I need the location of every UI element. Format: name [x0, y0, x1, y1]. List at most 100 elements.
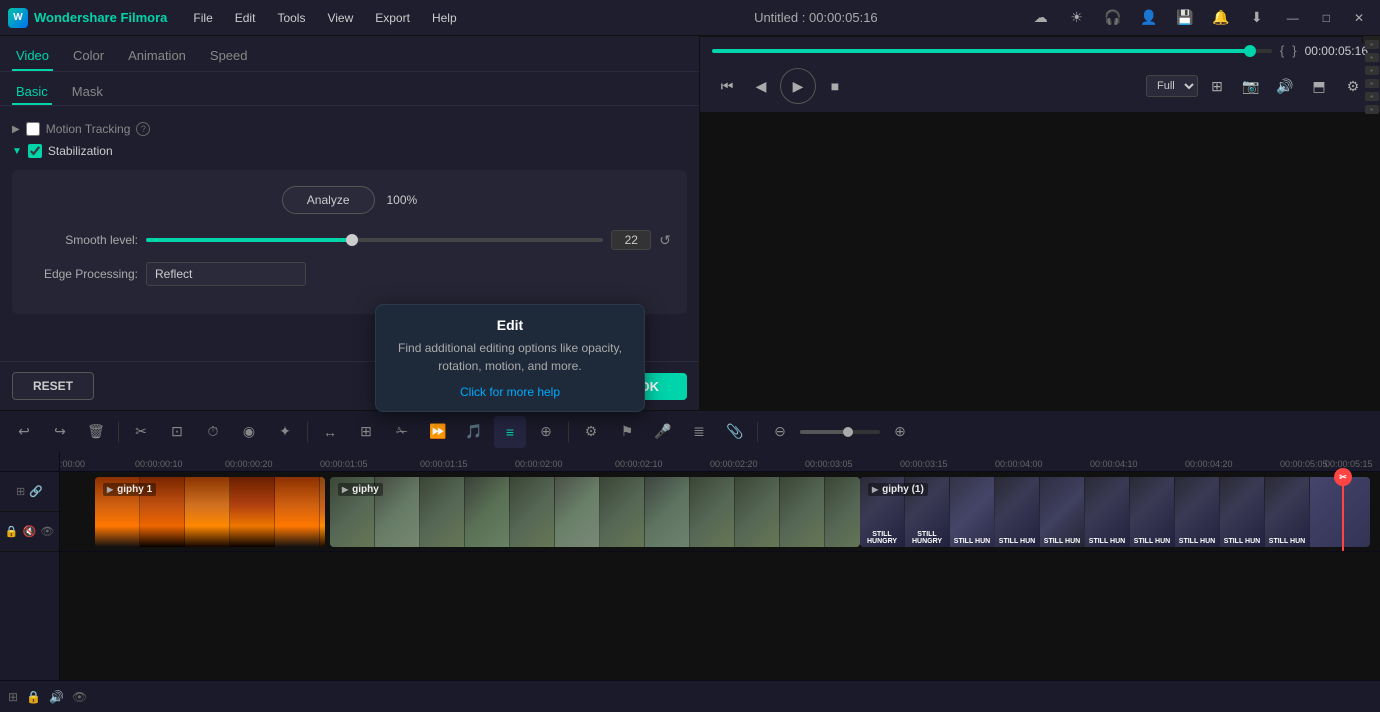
motion-tracking-row: ▶ Motion Tracking ? [12, 118, 687, 140]
clip-play-icon-2: ▶ [342, 485, 348, 494]
rail-btn-2[interactable]: ▪ [1365, 53, 1379, 62]
analyze-pct: 100% [387, 193, 418, 207]
audio-icon[interactable]: 🔊 [1270, 71, 1300, 101]
notification-icon[interactable]: 🔔 [1207, 4, 1235, 32]
bracket-out-icon[interactable]: } [1292, 43, 1296, 58]
lock-icon[interactable]: 🔒 [26, 690, 41, 704]
right-panel: STILL HUNGRY @ubereats ▪ ▪ ▪ ▪ ▪ ▪ [700, 36, 1380, 410]
undo-button[interactable]: ↩ [8, 416, 40, 448]
ruler-210: 00:00:02:10 [615, 459, 663, 469]
track-mute-icon[interactable]: 🔇 [23, 525, 37, 538]
motion-tracking-arrow[interactable]: ▶ [12, 124, 20, 135]
transform-button[interactable]: ↔ [314, 416, 346, 448]
rail-btn-5[interactable]: ▪ [1365, 92, 1379, 101]
motion-tracking-checkbox[interactable] [26, 122, 40, 136]
stop-button[interactable]: ■ [820, 71, 850, 101]
tab-color[interactable]: Color [69, 42, 108, 71]
volume-icon[interactable]: 🔊 [49, 690, 64, 704]
track-add-icon[interactable]: ⊞ [16, 485, 25, 498]
screenshot-icon[interactable]: 📷 [1236, 71, 1266, 101]
step-back-button[interactable]: ⏮ [712, 71, 742, 101]
track-visible-icon[interactable]: 👁 [40, 525, 54, 538]
color-button[interactable]: ◉ [233, 416, 265, 448]
smooth-level-slider[interactable] [146, 238, 603, 242]
play-button[interactable]: ▶ [780, 68, 816, 104]
speed-button[interactable]: ⏩ [422, 416, 454, 448]
effects-button[interactable]: ✦ [269, 416, 301, 448]
user-icon[interactable]: 👤 [1135, 4, 1163, 32]
edit-button[interactable]: ≡ Edit Find additional editing options l… [494, 416, 526, 448]
clip-button[interactable]: 📎 [719, 416, 751, 448]
clip-giphy-label: ▶ giphy [338, 483, 383, 496]
analyze-button[interactable]: Analyze [282, 186, 375, 214]
maximize-button[interactable]: □ [1315, 7, 1338, 29]
rail-btn-3[interactable]: ▪ [1365, 66, 1379, 75]
stabilization-header[interactable]: ▼ Stabilization [12, 140, 687, 162]
clip-giphy1[interactable]: ▶ giphy 1 [95, 477, 325, 547]
zoom-slider-toolbar[interactable] [800, 430, 880, 434]
cut-button[interactable]: ✂ [125, 416, 157, 448]
eye-icon[interactable]: 👁 [72, 690, 87, 704]
subtab-basic[interactable]: Basic [12, 80, 52, 105]
stabilization-checkbox[interactable] [28, 144, 42, 158]
delete-button[interactable]: 🗑 [80, 416, 112, 448]
tab-speed[interactable]: Speed [206, 42, 252, 71]
crop-button[interactable]: ⊡ [161, 416, 193, 448]
slow-play-button[interactable]: ◀ [746, 71, 776, 101]
mic-button[interactable]: 🎤 [647, 416, 679, 448]
rail-btn-1[interactable]: ▪ [1365, 40, 1379, 49]
clip-giphy[interactable]: ▶ giphy [330, 477, 860, 547]
tooltip-help-link[interactable]: Click for more help [460, 385, 560, 399]
thumb-dog-9: STILL HUN [1220, 477, 1265, 547]
audio-track [60, 552, 1380, 592]
tab-animation[interactable]: Animation [124, 42, 190, 71]
progress-bar[interactable] [712, 49, 1272, 53]
settings-icon[interactable]: ⚙ [1338, 71, 1368, 101]
tab-video[interactable]: Video [12, 42, 53, 71]
zoom-fill-toolbar [800, 430, 848, 434]
export-frame-icon[interactable]: ⬒ [1304, 71, 1334, 101]
reset-button[interactable]: RESET [12, 372, 94, 400]
add-track-icon[interactable]: ⊞ [8, 690, 18, 704]
menu-file[interactable]: File [183, 7, 222, 29]
track-lock-icon[interactable]: 🔒 [5, 525, 19, 538]
more-button[interactable]: ⊕ [530, 416, 562, 448]
minimize-button[interactable]: — [1279, 7, 1307, 29]
copy-button[interactable]: ⊞ [350, 416, 382, 448]
motion-tracking-help-icon[interactable]: ? [136, 122, 150, 136]
subtab-mask[interactable]: Mask [68, 80, 107, 105]
rail-btn-6[interactable]: ▪ [1365, 105, 1379, 114]
crop2-button[interactable]: ✁ [386, 416, 418, 448]
clip-giphy2[interactable]: STILL HUNGRY STILL HUNGRY STILL HUN STIL… [860, 477, 1370, 547]
quality-select[interactable]: Full 1/2 1/4 [1146, 75, 1198, 97]
zoom-out-button[interactable]: ⊖ [764, 416, 796, 448]
smooth-level-value[interactable] [611, 230, 651, 250]
menu-view[interactable]: View [317, 7, 363, 29]
audio-button[interactable]: 🎵 [458, 416, 490, 448]
save-icon[interactable]: 💾 [1171, 4, 1199, 32]
flag-button[interactable]: ⚑ [611, 416, 643, 448]
download-icon[interactable]: ⬇ [1243, 4, 1271, 32]
redo-button[interactable]: ↪ [44, 416, 76, 448]
settings2-button[interactable]: ⚙ [575, 416, 607, 448]
sun-icon[interactable]: ☀ [1063, 4, 1091, 32]
menu-tools[interactable]: Tools [267, 7, 315, 29]
duration-button[interactable]: ⏱ [197, 416, 229, 448]
fit-screen-icon[interactable]: ⊞ [1202, 71, 1232, 101]
subtitle-button[interactable]: ≣ [683, 416, 715, 448]
edge-processing-select[interactable]: Reflect Tile Extend None [146, 262, 306, 286]
rail-btn-4[interactable]: ▪ [1365, 79, 1379, 88]
close-button[interactable]: ✕ [1346, 7, 1372, 29]
cloud-icon[interactable]: ☁ [1027, 4, 1055, 32]
bracket-in-icon[interactable]: { [1280, 43, 1284, 58]
zoom-in-button[interactable]: ⊕ [884, 416, 916, 448]
menu-export[interactable]: Export [365, 7, 420, 29]
menu-edit[interactable]: Edit [225, 7, 266, 29]
timeline-playhead[interactable]: ✂ [1342, 472, 1344, 551]
smooth-level-reset-icon[interactable]: ↺ [659, 232, 671, 249]
headphones-icon[interactable]: 🎧 [1099, 4, 1127, 32]
track-link-icon[interactable]: 🔗 [29, 485, 43, 498]
menu-help[interactable]: Help [422, 7, 467, 29]
tooltip-description: Find additional editing options like opa… [390, 339, 630, 375]
toolbar-sep-2 [307, 422, 308, 442]
